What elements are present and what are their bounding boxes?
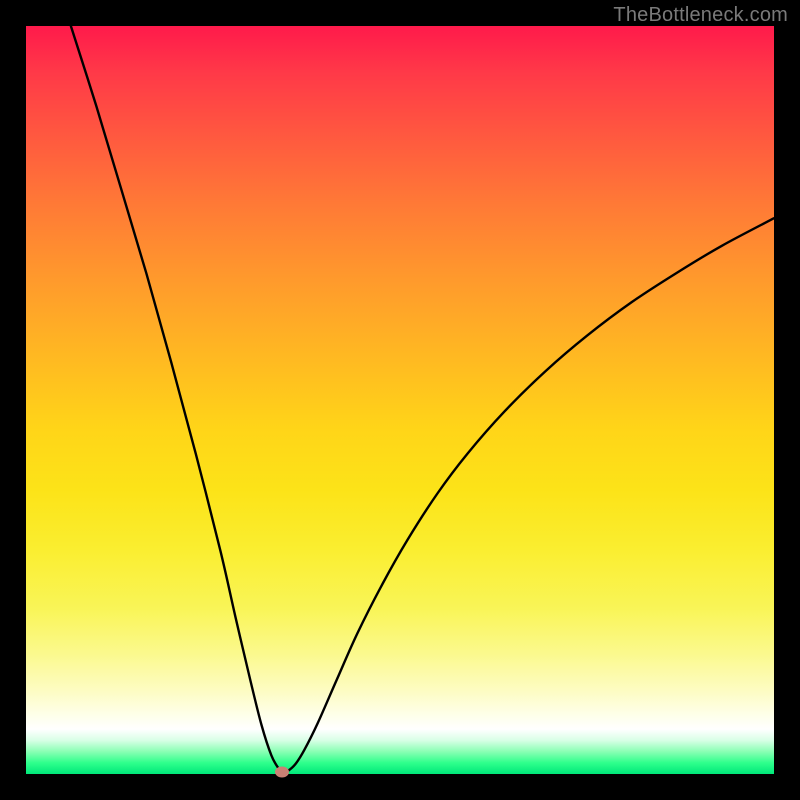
plot-area — [26, 26, 774, 774]
bottleneck-curve — [26, 26, 774, 774]
minimum-marker — [275, 766, 289, 777]
watermark-text: TheBottleneck.com — [613, 4, 788, 27]
chart-frame: TheBottleneck.com — [0, 0, 800, 800]
